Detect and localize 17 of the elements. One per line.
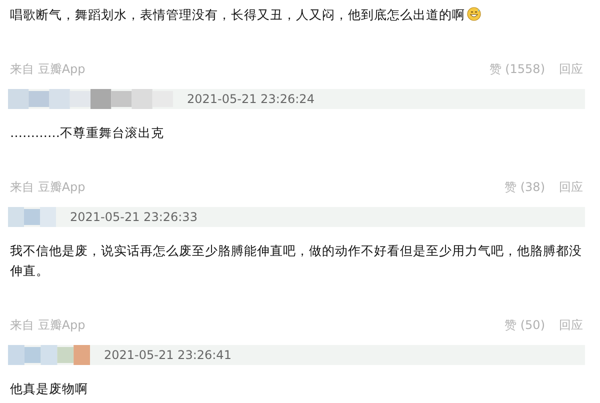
comment-text: 唱歌断气，舞蹈划水，表情管理没有，长得又丑，人又闷，他到底怎么出道的啊: [10, 7, 465, 22]
like-link[interactable]: 赞 (50): [504, 316, 545, 334]
comment-source: 来自 豆瓣App: [10, 316, 86, 334]
blurred-username: [8, 207, 56, 227]
comment-time: 2021-05-21 23:26:24: [187, 92, 314, 106]
comment-source: 来自 豆瓣App: [10, 178, 86, 196]
comment-text: 他真是废物啊: [10, 381, 88, 396]
like-link[interactable]: 赞 (1558): [489, 60, 545, 78]
comment-time: 2021-05-21 23:26:41: [104, 348, 232, 362]
comment-text: 我不信他是废，说实话再怎么废至少胳膊能伸直吧，做的动作不好看但是至少用力气吧，他胳膊都没伸直。: [10, 243, 582, 278]
reply-link[interactable]: 回应: [559, 316, 583, 334]
comment-source: 来自 豆瓣App: [10, 60, 86, 78]
comment-time: 2021-05-21 23:26:33: [70, 210, 198, 224]
like-link[interactable]: 赞 (38): [504, 178, 545, 196]
reply-link[interactable]: 回应: [559, 60, 583, 78]
reply-link[interactable]: 回应: [559, 178, 583, 196]
comment-text: …………不尊重舞台滚出克: [10, 125, 164, 140]
